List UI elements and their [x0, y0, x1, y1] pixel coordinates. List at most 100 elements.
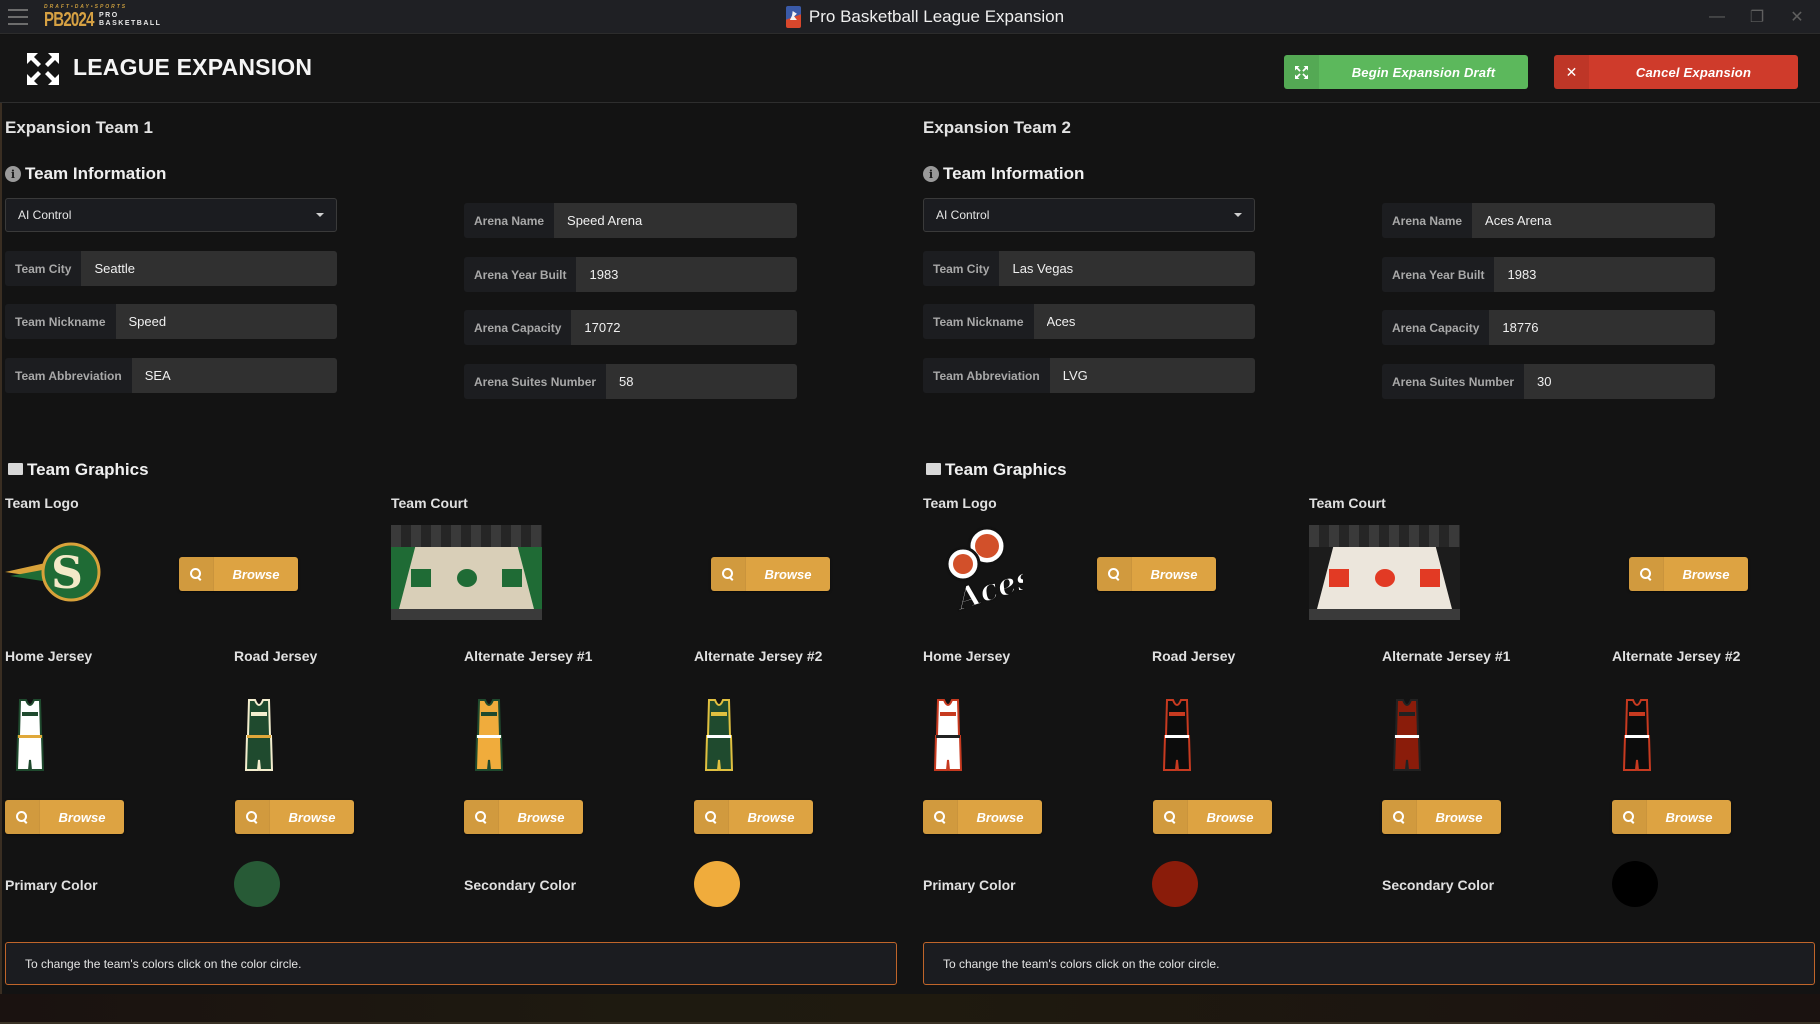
team-abbreviation-label: Team Abbreviation — [5, 358, 132, 393]
arena-year-built-field: Arena Year Built — [1382, 257, 1715, 292]
road-jersey-image — [1162, 699, 1192, 771]
arena-name-label: Arena Name — [1382, 203, 1473, 238]
team-title: Expansion Team 1 — [5, 118, 154, 137]
color-hint-notice: To change the team's colors click on the… — [923, 942, 1815, 985]
browse-alt-jersey-2-button[interactable]: Browse — [1612, 800, 1731, 834]
arena-year-built-input[interactable] — [576, 257, 797, 292]
browse-court-button[interactable]: Browse — [1629, 557, 1748, 591]
image-icon — [923, 462, 941, 478]
browse-logo-button[interactable]: Browse — [179, 557, 298, 591]
app-icon — [785, 6, 801, 28]
team-nickname-label: Team Nickname — [923, 304, 1034, 339]
cancel-expansion-button[interactable]: ✕ Cancel Expansion — [1554, 55, 1798, 89]
secondary-color-circle[interactable] — [1612, 861, 1658, 907]
team-abbreviation-input[interactable] — [131, 358, 337, 393]
browse-court-button[interactable]: Browse — [711, 557, 830, 591]
browse-label: Browse — [764, 566, 812, 582]
team-court-label: Team Court — [391, 495, 468, 511]
alt-jersey-1-image — [474, 699, 504, 771]
restore-button[interactable]: ❐ — [1737, 0, 1777, 34]
begin-expansion-draft-label: Begin Expansion Draft — [1351, 64, 1496, 80]
control-dropdown[interactable]: AI Control — [5, 198, 337, 232]
road-jersey-label: Road Jersey — [1152, 648, 1236, 664]
alt-jersey-2-label: Alternate Jersey #2 — [1612, 648, 1741, 664]
browse-home-jersey-button[interactable]: Browse — [923, 800, 1042, 834]
browse-logo-button[interactable]: Browse — [1097, 557, 1216, 591]
info-icon: i — [923, 166, 939, 182]
team-nickname-input[interactable] — [1033, 304, 1255, 339]
info-icon: i — [5, 166, 21, 182]
team-nickname-field: Team Nickname — [923, 304, 1255, 339]
team-information-heading: i Team Information — [923, 164, 1084, 184]
home-jersey-image — [15, 699, 45, 771]
arena-capacity-label: Arena Capacity — [464, 310, 572, 345]
begin-expansion-draft-button[interactable]: Begin Expansion Draft — [1284, 55, 1528, 89]
browse-home-jersey-button[interactable]: Browse — [5, 800, 124, 834]
arena-suites-field: Arena Suites Number — [464, 364, 797, 399]
search-icon — [705, 811, 717, 823]
alt-jersey-1-label: Alternate Jersey #1 — [1382, 648, 1511, 664]
expand-arrows-icon — [27, 53, 59, 85]
browse-label: Browse — [1682, 566, 1730, 582]
road-jersey-image — [244, 699, 274, 771]
svg-text:S: S — [51, 548, 83, 599]
search-icon — [1640, 568, 1652, 580]
team-information-label: Team Information — [25, 164, 167, 183]
team-court-image — [1309, 525, 1460, 620]
team-nickname-input[interactable] — [115, 304, 337, 339]
home-jersey-label: Home Jersey — [923, 648, 1011, 664]
team-logo-label: Team Logo — [5, 495, 79, 511]
team-graphics-heading: Team Graphics — [923, 460, 1067, 480]
browse-label: Browse — [517, 809, 565, 825]
search-icon — [934, 811, 946, 823]
team-title: Expansion Team 2 — [923, 118, 1072, 137]
browse-alt-jersey-1-button[interactable]: Browse — [1382, 800, 1501, 834]
expansion-team-2-panel: Expansion Team 2 i Team Information AI C… — [923, 104, 1820, 994]
arena-year-built-label: Arena Year Built — [464, 257, 577, 292]
minimize-button[interactable]: — — [1697, 0, 1737, 34]
control-dropdown-value: AI Control — [18, 208, 72, 222]
secondary-color-label: Secondary Color — [1382, 877, 1495, 893]
expand-icon — [1284, 55, 1319, 89]
secondary-color-circle[interactable] — [694, 861, 740, 907]
team-graphics-heading: Team Graphics — [5, 460, 149, 480]
browse-road-jersey-button[interactable]: Browse — [235, 800, 354, 834]
team-nickname-label: Team Nickname — [5, 304, 116, 339]
team-city-label: Team City — [923, 251, 1000, 286]
chevron-down-icon — [316, 213, 324, 217]
team-abbreviation-input[interactable] — [1049, 358, 1255, 393]
team-city-label: Team City — [5, 251, 82, 286]
team-city-input[interactable] — [999, 251, 1255, 286]
alt-jersey-2-label: Alternate Jersey #2 — [694, 648, 823, 664]
arena-suites-input[interactable] — [606, 364, 797, 399]
team-logo-image: S — [5, 524, 105, 624]
browse-label: Browse — [747, 809, 795, 825]
team-logo-image: Aces — [923, 524, 1038, 624]
arena-capacity-input[interactable] — [571, 310, 797, 345]
alt-jersey-1-label: Alternate Jersey #1 — [464, 648, 593, 664]
close-window-button[interactable]: ✕ — [1777, 0, 1817, 34]
expansion-team-1-panel: Expansion Team 1 i Team Information AI C… — [5, 104, 905, 994]
search-icon — [16, 811, 28, 823]
arena-name-input[interactable] — [1472, 203, 1715, 238]
arena-suites-input[interactable] — [1524, 364, 1715, 399]
control-dropdown[interactable]: AI Control — [923, 198, 1255, 232]
browse-label: Browse — [1150, 566, 1198, 582]
browse-label: Browse — [288, 809, 336, 825]
team-city-field: Team City — [5, 251, 337, 286]
arena-suites-label: Arena Suites Number — [464, 364, 607, 399]
arena-capacity-input[interactable] — [1489, 310, 1715, 345]
browse-alt-jersey-1-button[interactable]: Browse — [464, 800, 583, 834]
primary-color-circle[interactable] — [1152, 861, 1198, 907]
search-icon — [722, 568, 734, 580]
browse-road-jersey-button[interactable]: Browse — [1153, 800, 1272, 834]
primary-color-circle[interactable] — [234, 861, 280, 907]
footer-background — [0, 994, 1820, 1024]
cancel-expansion-label: Cancel Expansion — [1635, 64, 1752, 80]
arena-name-input[interactable] — [554, 203, 797, 238]
arena-year-built-label: Arena Year Built — [1382, 257, 1495, 292]
arena-year-built-input[interactable] — [1494, 257, 1715, 292]
browse-alt-jersey-2-button[interactable]: Browse — [694, 800, 813, 834]
team-court-label: Team Court — [1309, 495, 1386, 511]
team-city-input[interactable] — [81, 251, 337, 286]
